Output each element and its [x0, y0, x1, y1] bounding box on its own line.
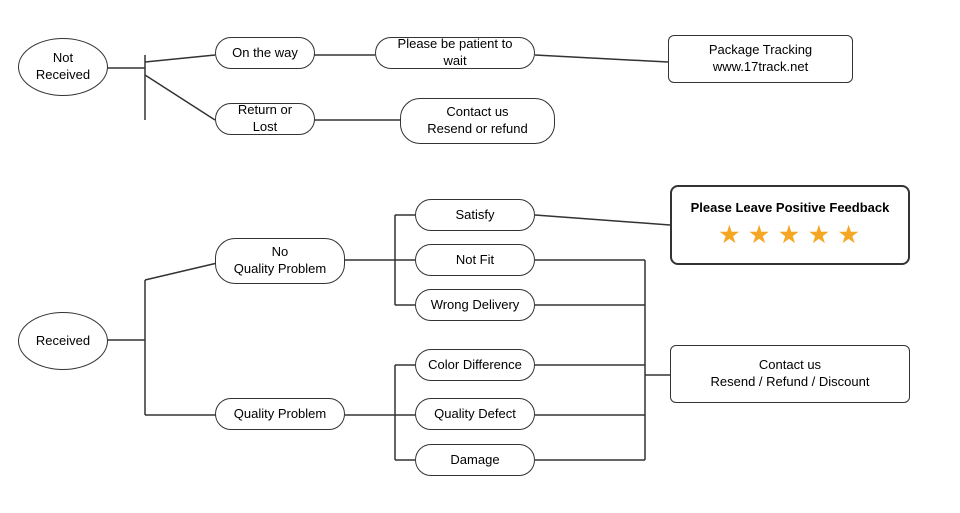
package-tracking-node: Package Tracking www.17track.net — [668, 35, 853, 83]
not-fit-node: Not Fit — [415, 244, 535, 276]
damage-node: Damage — [415, 444, 535, 476]
received-node: Received — [18, 312, 108, 370]
no-quality-problem-node: No Quality Problem — [215, 238, 345, 284]
diagram: Not Received On the way Return or Lost P… — [0, 0, 960, 513]
satisfy-node: Satisfy — [415, 199, 535, 231]
positive-feedback-node: Please Leave Positive Feedback ★ ★ ★ ★ ★ — [670, 185, 910, 265]
contact-resend-node: Contact us Resend or refund — [400, 98, 555, 144]
contact-refund-node: Contact us Resend / Refund / Discount — [670, 345, 910, 403]
wrong-delivery-node: Wrong Delivery — [415, 289, 535, 321]
star-rating: ★ ★ ★ ★ ★ — [719, 221, 860, 250]
color-difference-node: Color Difference — [415, 349, 535, 381]
quality-problem-node: Quality Problem — [215, 398, 345, 430]
on-the-way-node: On the way — [215, 37, 315, 69]
not-received-node: Not Received — [18, 38, 108, 96]
be-patient-node: Please be patient to wait — [375, 37, 535, 69]
return-or-lost-node: Return or Lost — [215, 103, 315, 135]
quality-defect-node: Quality Defect — [415, 398, 535, 430]
